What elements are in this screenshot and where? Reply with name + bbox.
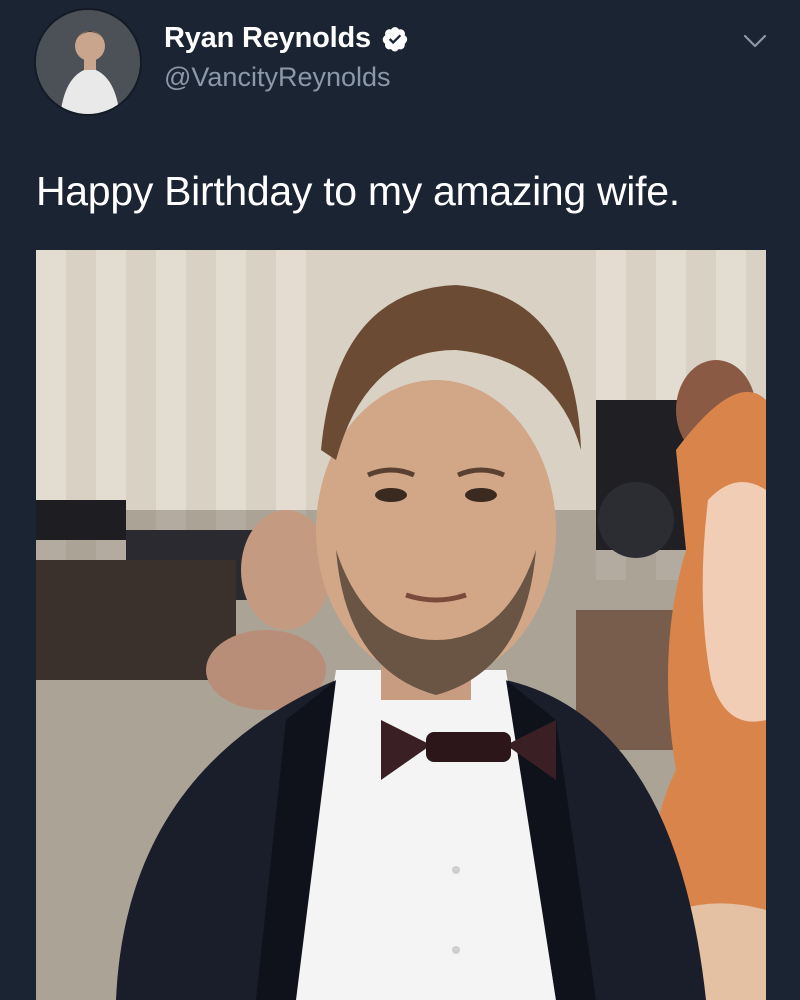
author-handle[interactable]: @VancityReynolds [164, 62, 391, 93]
tweet-card: Ryan Reynolds @VancityReynolds Happy Bir… [0, 0, 800, 1000]
avatar-photo [36, 10, 140, 114]
tweet-media-photo[interactable] [36, 250, 766, 1000]
avatar[interactable] [34, 8, 142, 116]
tweet-text: Happy Birthday to my amazing wife. [36, 168, 680, 214]
chevron-down-icon[interactable] [740, 26, 770, 56]
author-name-row[interactable]: Ryan Reynolds [164, 22, 409, 55]
display-name[interactable]: Ryan Reynolds [164, 22, 371, 55]
photo-illustration [36, 250, 766, 1000]
verified-badge-icon [381, 25, 409, 53]
